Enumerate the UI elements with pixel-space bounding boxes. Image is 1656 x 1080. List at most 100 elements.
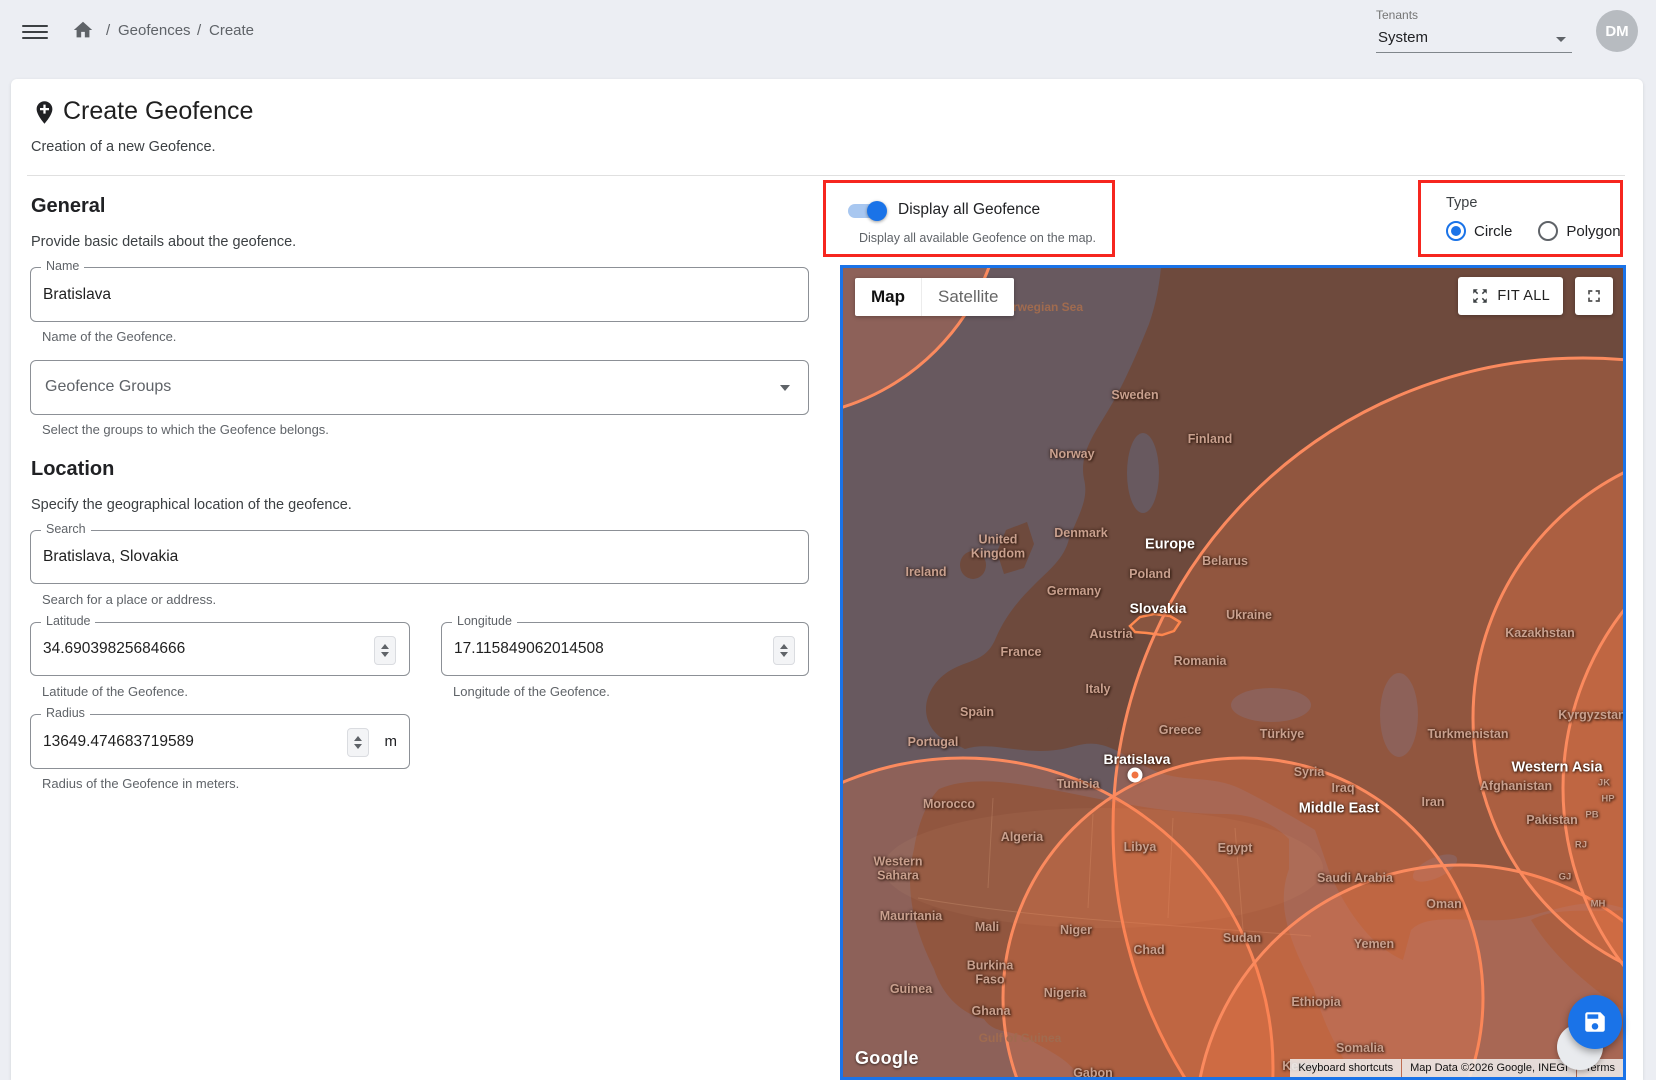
- map-label: Iran: [1422, 795, 1445, 809]
- map-labels: Norwegian SeaSwedenFinlandNorwayDenmarkU…: [843, 268, 1623, 1077]
- map-label: Ukraine: [1226, 608, 1272, 622]
- create-geofence-card: Create Geofence Creation of a new Geofen…: [11, 79, 1643, 1080]
- radio-polygon[interactable]: [1538, 221, 1558, 241]
- map-label: Yemen: [1354, 937, 1394, 951]
- map-label: Kazakhstan: [1505, 626, 1574, 640]
- map-label: Nigeria: [1044, 986, 1086, 1000]
- search-input[interactable]: [43, 531, 760, 583]
- map-label: Europe: [1145, 537, 1195, 554]
- latitude-helper: Latitude of the Geofence.: [42, 684, 188, 699]
- name-input[interactable]: [43, 268, 760, 321]
- map-label: Austria: [1089, 627, 1132, 641]
- map-label: Sudan: [1223, 931, 1261, 945]
- general-description: Provide basic details about the geofence…: [31, 234, 296, 250]
- geofence-groups-select[interactable]: Geofence Groups: [30, 360, 809, 415]
- name-helper: Name of the Geofence.: [42, 329, 176, 344]
- radius-stepper[interactable]: [347, 728, 369, 757]
- fullscreen-icon: [1584, 286, 1604, 306]
- map-label: PB: [1585, 811, 1598, 822]
- map-label: Tunisia: [1057, 777, 1100, 791]
- longitude-stepper[interactable]: [773, 636, 795, 665]
- latitude-field[interactable]: Latitude: [30, 622, 410, 676]
- radius-helper: Radius of the Geofence in meters.: [42, 776, 239, 791]
- map-label: Turkmenistan: [1427, 727, 1508, 741]
- zoom-out-map-icon: [1471, 287, 1489, 305]
- map-label: Norway: [1049, 447, 1094, 461]
- map-label: Pakistan: [1526, 813, 1577, 827]
- display-all-geofence-label: Display all Geofence: [898, 201, 1040, 219]
- satellite-button[interactable]: Satellite: [921, 278, 1014, 316]
- map-label: Gabon: [1073, 1066, 1113, 1080]
- map-label: Bratislava: [1104, 751, 1171, 767]
- map-label: Portugal: [908, 735, 959, 749]
- map-label: JK: [1598, 779, 1610, 790]
- map-label: Western Sahara: [873, 855, 922, 884]
- map-label: Morocco: [923, 797, 975, 811]
- map-label: Sweden: [1111, 388, 1158, 402]
- home-icon[interactable]: [72, 19, 94, 46]
- map-label: United Kingdom: [971, 533, 1025, 562]
- map-label: Somalia: [1336, 1041, 1384, 1055]
- map-label: Gulf of Guinea: [979, 1032, 1062, 1046]
- tenant-select[interactable]: System: [1376, 26, 1572, 53]
- fit-all-button[interactable]: FIT ALL: [1458, 277, 1563, 315]
- keyboard-shortcuts-link[interactable]: Keyboard shortcuts: [1290, 1059, 1401, 1077]
- map-label: Egypt: [1218, 841, 1253, 855]
- page-title: Create Geofence: [63, 97, 253, 126]
- map-label: MH: [1591, 900, 1606, 911]
- google-logo[interactable]: Google: [855, 1048, 919, 1069]
- page-subtitle: Creation of a new Geofence.: [31, 139, 216, 155]
- location-description: Specify the geographical location of the…: [31, 497, 352, 513]
- map-label: France: [1001, 645, 1042, 659]
- map-button[interactable]: Map: [855, 278, 921, 316]
- radio-circle[interactable]: [1446, 221, 1466, 241]
- type-label: Type: [1446, 195, 1477, 211]
- display-all-geofence-toggle[interactable]: [848, 204, 884, 218]
- menu-icon[interactable]: [22, 21, 48, 41]
- search-field[interactable]: Search: [30, 530, 809, 584]
- map-label: Guinea: [890, 982, 932, 996]
- map-label: Slovakia: [1130, 600, 1187, 616]
- map-label: Spain: [960, 705, 994, 719]
- map-data-text: Map Data ©2026 Google, INEGI: [1402, 1059, 1576, 1077]
- fit-all-label: FIT ALL: [1497, 288, 1550, 304]
- radio-polygon-label: Polygon: [1566, 223, 1620, 240]
- latitude-input[interactable]: [43, 623, 361, 675]
- map-label: Middle East: [1299, 801, 1380, 818]
- radius-field[interactable]: Radius m: [30, 714, 410, 769]
- toggle-knob: [867, 201, 887, 221]
- map-label: Iraq: [1332, 781, 1355, 795]
- radio-circle-label: Circle: [1474, 223, 1512, 240]
- latitude-stepper[interactable]: [374, 636, 396, 665]
- avatar[interactable]: DM: [1596, 10, 1638, 52]
- fullscreen-button[interactable]: [1575, 277, 1613, 315]
- bratislava-marker[interactable]: [1128, 768, 1143, 783]
- longitude-field[interactable]: Longitude: [441, 622, 809, 676]
- general-heading: General: [31, 195, 105, 218]
- map-type-control: Map Satellite: [855, 278, 1014, 316]
- save-icon: [1582, 1009, 1608, 1035]
- map-label: Algeria: [1001, 830, 1043, 844]
- tenant-value: System: [1378, 29, 1428, 46]
- radius-input[interactable]: [43, 715, 361, 768]
- divider: [27, 175, 1625, 176]
- breadcrumb-separator: /: [106, 22, 110, 39]
- geofence-groups-placeholder: Geofence Groups: [45, 378, 171, 396]
- location-heading: Location: [31, 458, 114, 481]
- map-label: Mauritania: [880, 909, 943, 923]
- breadcrumb-geofences[interactable]: Geofences: [118, 22, 191, 39]
- tenant-selector: Tenants System: [1376, 8, 1572, 53]
- longitude-helper: Longitude of the Geofence.: [453, 684, 610, 699]
- map-label: Saudi Arabia: [1317, 871, 1393, 885]
- map-label: Türkiye: [1260, 727, 1304, 741]
- save-button[interactable]: [1568, 995, 1622, 1049]
- search-helper: Search for a place or address.: [42, 592, 216, 607]
- chevron-down-icon: [1556, 37, 1566, 42]
- name-field[interactable]: Name: [30, 267, 809, 322]
- map-label: Finland: [1188, 432, 1232, 446]
- radius-unit: m: [385, 733, 398, 750]
- map[interactable]: Norwegian SeaSwedenFinlandNorwayDenmarkU…: [840, 265, 1626, 1080]
- map-label: Oman: [1426, 897, 1461, 911]
- map-label: Ghana: [972, 1004, 1011, 1018]
- longitude-input[interactable]: [454, 623, 760, 675]
